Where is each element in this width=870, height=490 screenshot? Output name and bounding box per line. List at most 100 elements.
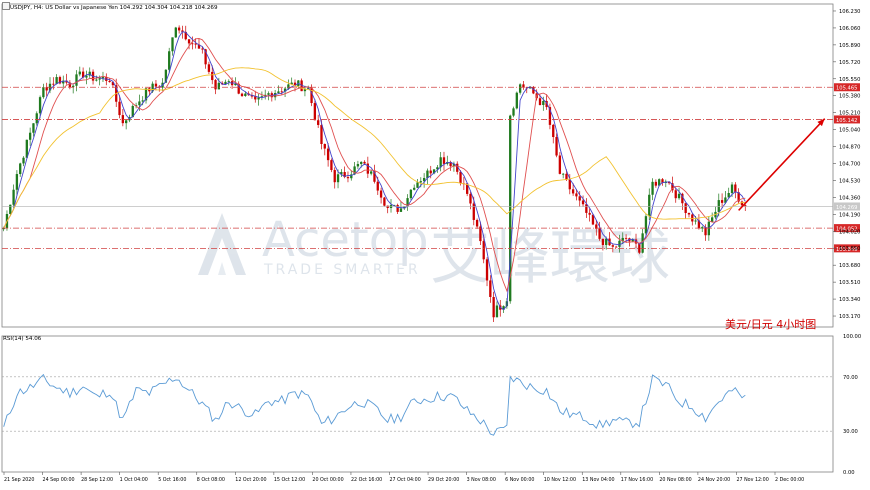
y-tick-label: 105.040 [839,128,860,134]
y-tick-label: 104.870 [839,145,860,151]
candle-body [52,83,55,85]
candle-body [379,190,383,198]
candle-body [565,173,568,180]
x-tick-label: 24 Nov 20:00 [698,477,730,483]
candle-body [413,187,416,190]
candle-body [694,220,697,222]
candle-body [141,100,144,102]
candle-body [42,87,45,98]
candle-body [356,164,360,167]
candle-body [684,203,687,214]
candle-body [323,144,326,149]
candle-body [35,113,38,124]
candle-body [95,79,98,81]
candle-body [211,71,214,81]
candle-body [485,259,489,281]
candle-body [336,174,340,183]
candle-body [280,91,283,93]
chart-root: Acetop 艾峰環球 TRADE SMARTER 105.465 105.142… [0,0,870,485]
x-tick-label: 17 Nov 16:00 [621,477,653,483]
candle-body [207,64,211,72]
y-tick-label: 106.230 [839,9,860,15]
candle-body [287,84,290,89]
candle-body [515,92,518,109]
candle-body [154,83,158,87]
y-tick-label: 104.530 [839,178,860,184]
y-tick-label: 104.190 [839,212,860,218]
x-tick-label: 28 Sep 12:00 [81,477,113,483]
candle-body [687,213,691,215]
candle-body [651,181,654,195]
candle-body [475,219,479,227]
y-tick-label: 103.170 [839,314,860,320]
candle-body [489,280,492,297]
watermark-tagline: TRADE SMARTER [263,262,421,278]
candle-body [677,193,681,199]
candle-body [217,82,221,90]
x-tick-label: 15 Oct 12:00 [274,477,305,483]
y-tick-label: 105.380 [839,94,860,100]
candle-body [98,78,101,80]
x-tick-label: 12 Oct 20:00 [235,477,266,483]
x-tick-label: 5 Oct 16:00 [158,477,186,483]
y-tick-label: 104.700 [839,162,860,168]
candle-body [187,39,191,44]
candle-body [624,237,628,239]
y-tick-label: 103.510 [839,280,860,286]
candle-body [479,226,482,242]
chart-title: USDJPY, H4: US Dollar vs Japanese Yen 10… [10,5,218,11]
candle-body [9,204,12,214]
candle-body [710,217,714,222]
candle-body [562,173,565,175]
rsi-tick-label: 100.00 [843,334,861,340]
x-tick-label: 10 Nov 12:00 [544,477,576,483]
candle-body [459,171,462,184]
x-tick-label: 8 Oct 08:00 [197,477,225,483]
candle-body [22,157,25,164]
candle-body [575,193,578,197]
candle-body [227,81,230,82]
chart-caption: 美元/日元 4小时图 [725,318,816,331]
candle-body [386,205,389,208]
candle-body [346,177,350,179]
current-price-label: 104.269 [836,205,857,211]
toolbar-icon-1[interactable] [2,2,10,10]
candle-body [174,27,177,38]
candle-body [409,189,413,199]
candle-body [376,181,379,191]
candle-body [330,160,333,171]
candle-body [416,182,419,188]
candle-body [320,124,323,145]
candle-body [492,296,495,318]
candle-body [419,181,422,183]
candle-body [720,200,724,203]
candle-body [108,80,111,83]
candle-body [734,184,737,193]
rsi-tick-label: 70.00 [843,375,858,381]
candle-body [191,43,194,45]
y-tick-label: 103.850 [839,246,860,252]
candle-body [442,157,446,164]
x-tick-label: 24 Sep 00:00 [43,477,75,483]
candle-body [118,101,121,116]
candle-body [426,170,429,179]
candle-body [558,155,562,174]
x-tick-label: 20 Oct 00:00 [312,477,343,483]
candle-body [512,108,515,116]
x-tick-label: 22 Oct 16:00 [351,477,382,483]
candle-body [257,97,260,100]
candle-body [654,181,658,186]
x-tick-label: 27 Oct 04:00 [390,477,421,483]
candle-body [429,170,432,174]
candle-body [12,189,15,205]
candle-body [15,174,19,190]
candle-body [363,161,366,164]
x-tick-label: 21 Sep 2020 [4,477,34,483]
candle-body [254,96,257,100]
candle-body [313,103,317,121]
candle-body [691,214,694,222]
candle-body [75,74,78,86]
rsi-tick-label: 30.00 [843,429,858,435]
chart-svg: Acetop 艾峰環球 TRADE SMARTER 105.465 105.142… [0,0,870,485]
x-tick-label: 20 Nov 08:00 [659,477,691,483]
